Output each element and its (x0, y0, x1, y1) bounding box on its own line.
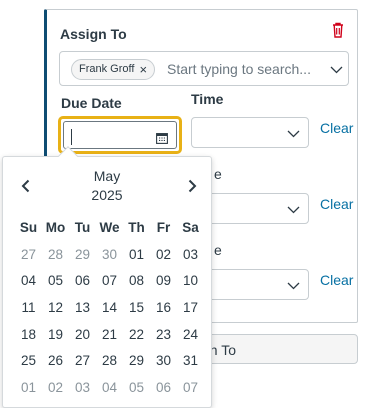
calendar-day[interactable]: 23 (150, 322, 177, 349)
clear-due-date-link[interactable]: Clear (320, 120, 353, 136)
weekday-header: Su (19, 220, 38, 235)
calendar-day[interactable]: 17 (177, 295, 204, 322)
due-date-label: Due Date (61, 95, 122, 111)
clear-until-link[interactable]: Clear (320, 272, 353, 288)
calendar-day[interactable]: 26 (42, 348, 69, 375)
calendar-day[interactable]: 10 (177, 268, 204, 295)
calendar-day[interactable]: 27 (15, 242, 42, 269)
calendar-day[interactable]: 01 (15, 375, 42, 402)
calendar-day[interactable]: 19 (42, 322, 69, 349)
weekday-header: Th (128, 220, 145, 235)
calendar-day[interactable]: 18 (15, 322, 42, 349)
calendar-day[interactable]: 07 (177, 375, 204, 402)
chevron-down-icon (287, 206, 300, 214)
calendar-day[interactable]: 04 (96, 375, 123, 402)
weekday-header: Fr (156, 220, 171, 235)
calendar-day[interactable]: 20 (69, 322, 96, 349)
calendar-year: 2025 (91, 187, 123, 203)
calendar-day[interactable]: 01 (123, 242, 150, 269)
calendar-day[interactable]: 31 (177, 348, 204, 375)
calendar-day[interactable]: 11 (15, 295, 42, 322)
calendar-day[interactable]: 28 (42, 242, 69, 269)
calendar-day[interactable]: 02 (150, 242, 177, 269)
calendar-day[interactable]: 06 (150, 375, 177, 402)
assign-to-combobox[interactable]: Frank Groff × Start typing to search... (59, 51, 349, 86)
due-date-field[interactable] (63, 121, 177, 149)
calendar-day[interactable]: 06 (69, 268, 96, 295)
partial-label: e (214, 242, 222, 258)
calendar-day[interactable]: 30 (150, 348, 177, 375)
remove-assignee-icon[interactable]: × (139, 60, 147, 79)
calendar-day[interactable]: 03 (69, 375, 96, 402)
time-select[interactable] (191, 117, 309, 148)
partial-label: e (214, 166, 222, 182)
chevron-down-icon (287, 282, 300, 290)
calendar-day[interactable]: 22 (123, 322, 150, 349)
weekday-header: Mo (45, 220, 66, 235)
calendar-day[interactable]: 25 (15, 348, 42, 375)
calendar-day[interactable]: 27 (69, 348, 96, 375)
weekday-header: We (99, 220, 120, 235)
chevron-down-icon[interactable] (330, 66, 343, 74)
text-caret (71, 129, 72, 145)
assign-to-label: Assign To (60, 26, 127, 42)
assignee-pill[interactable]: Frank Groff × (71, 59, 156, 80)
chevron-right-icon[interactable] (186, 179, 198, 193)
calendar-day[interactable]: 05 (42, 268, 69, 295)
calendar-grid: Su Mo Tu We Th Fr Sa 27 28 29 30 01 02 03 04 05 06 07 08 09… (15, 215, 205, 402)
calendar-day[interactable]: 13 (69, 295, 96, 322)
calendar-month: May (93, 168, 121, 184)
calendar-day[interactable]: 05 (123, 375, 150, 402)
calendar-day[interactable]: 04 (15, 268, 42, 295)
calendar-day[interactable]: 14 (96, 295, 123, 322)
calendar-day[interactable]: 30 (96, 242, 123, 269)
add-assign-to-button[interactable]: gn To (188, 334, 358, 364)
calendar-icon[interactable] (156, 132, 168, 144)
trash-icon[interactable] (331, 22, 345, 38)
assignee-name: Frank Groff (79, 63, 135, 75)
calendar-day[interactable]: 28 (96, 348, 123, 375)
calendar-day[interactable]: 29 (69, 242, 96, 269)
calendar-day[interactable]: 02 (42, 375, 69, 402)
calendar-day[interactable]: 21 (96, 322, 123, 349)
chevron-down-icon (287, 130, 300, 138)
weekday-header: Sa (182, 220, 199, 235)
calendar-day[interactable]: 07 (96, 268, 123, 295)
weekday-header: Tu (74, 220, 91, 235)
date-picker-popover: May 2025 Su Mo Tu We Th Fr Sa 27 28 29 30 01 02 03 04 0… (2, 146, 212, 408)
clear-available-from-link[interactable]: Clear (320, 196, 353, 212)
due-date-input[interactable] (58, 116, 182, 154)
calendar-day[interactable]: 24 (177, 322, 204, 349)
calendar-day[interactable]: 12 (42, 295, 69, 322)
calendar-day[interactable]: 29 (123, 348, 150, 375)
calendar-day[interactable]: 16 (150, 295, 177, 322)
assign-search-placeholder[interactable]: Start typing to search... (167, 61, 311, 77)
calendar-day[interactable]: 15 (123, 295, 150, 322)
calendar-day[interactable]: 03 (177, 242, 204, 269)
calendar-day[interactable]: 09 (150, 268, 177, 295)
time-label: Time (191, 91, 224, 107)
calendar-day[interactable]: 08 (123, 268, 150, 295)
